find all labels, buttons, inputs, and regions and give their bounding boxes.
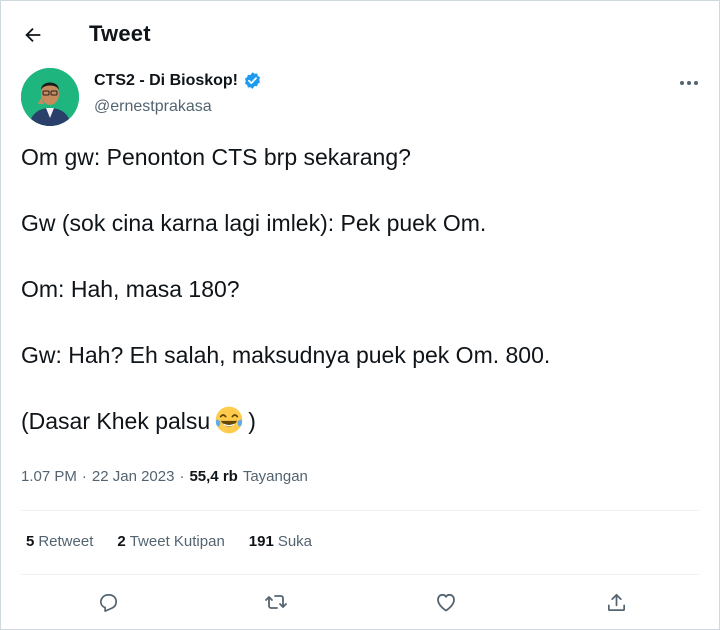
engagement-stats: 5 Retweet 2 Tweet Kutipan 191 Suka [26,533,312,550]
tweet-time[interactable]: 1.07 PM [21,468,77,485]
author-handle[interactable]: @ernestprakasa [94,98,212,116]
tweet-line-last: (Dasar Khek palsu ) [21,405,701,438]
retweet-button[interactable] [258,584,294,620]
quote-tweets-label: Tweet Kutipan [129,533,225,550]
tweet-actions [1,584,719,620]
share-button[interactable] [598,584,634,620]
tweet-text: Om gw: Penonton CTS brp sekarang? Gw (so… [21,141,701,471]
divider [21,510,699,511]
back-arrow-icon [25,27,41,43]
avatar[interactable] [21,68,79,126]
retweets-count: 5 [26,533,35,550]
like-icon [437,593,455,612]
retweet-icon [265,595,287,609]
share-icon [607,593,625,611]
retweets-stat[interactable]: 5 Retweet [26,533,93,550]
tweet-meta: 1.07 PM · 22 Jan 2023 · 55,4 rb Tayangan [21,468,308,485]
likes-stat[interactable]: 191 Suka [249,533,312,550]
reply-icon [99,593,117,612]
tweet-date[interactable]: 22 Jan 2023 [92,468,175,485]
display-name[interactable]: CTS2 - Di Bioskop! [94,72,238,90]
tweet-line-text: (Dasar Khek palsu [21,408,211,434]
tweet-line: Om gw: Penonton CTS brp sekarang? [21,144,411,170]
meta-separator: · [179,468,185,485]
verified-badge-icon [244,72,261,89]
author-name-row[interactable]: CTS2 - Di Bioskop! [94,71,262,90]
reply-button[interactable] [90,584,126,620]
more-options-button[interactable] [673,69,705,97]
likes-label: Suka [277,533,313,550]
back-button[interactable] [15,17,51,53]
quote-tweets-count: 2 [117,533,126,550]
tweet-line: Om: Hah, masa 180? [21,276,240,302]
tweet-line: Gw (sok cina karna lagi imlek): Pek puek… [21,210,487,236]
meta-separator: · [81,468,87,485]
views-count: 55,4 rb [189,468,238,485]
retweets-label: Retweet [38,533,94,550]
divider [21,574,699,575]
tweet-window: Tweet CTS2 - Di Bioskop! @ernestprakasa … [0,0,720,630]
likes-count: 191 [248,533,274,550]
laughing-tears-emoji-icon [215,406,243,434]
tweet-line: Gw: Hah? Eh salah, maksudnya puek pek Om… [21,342,551,368]
tweet-line-text: ) [248,408,256,434]
like-button[interactable] [428,584,464,620]
quote-tweets-stat[interactable]: 2 Tweet Kutipan [117,533,224,550]
views-label: Tayangan [242,468,308,485]
page-title: Tweet [89,21,151,46]
header: Tweet [1,1,719,63]
more-icon [680,81,698,85]
